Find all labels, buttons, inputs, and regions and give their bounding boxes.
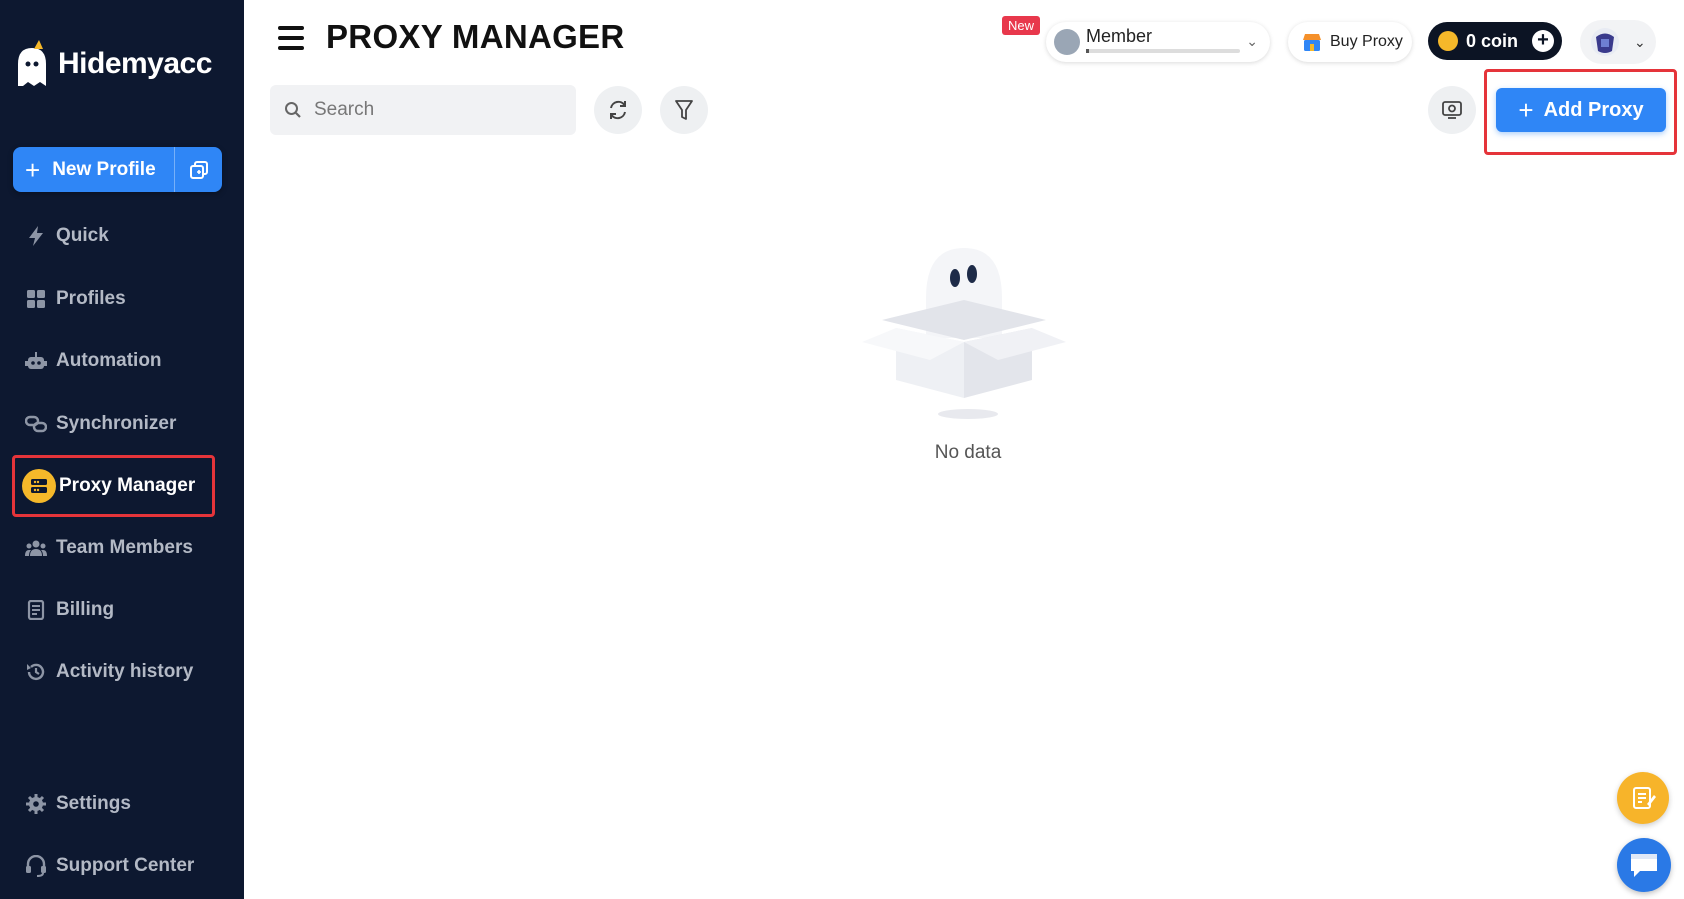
search-icon [285, 102, 301, 118]
sidebar-item-activity-history[interactable]: Activity history [12, 641, 215, 703]
chat-support-button[interactable] [1617, 838, 1671, 892]
sidebar-item-team-members[interactable]: Team Members [12, 517, 215, 579]
filter-button[interactable] [660, 86, 708, 134]
member-label: Member [1086, 26, 1153, 46]
sidebar-item-label: Profiles [56, 288, 126, 309]
sidebar-item-label: Synchronizer [56, 413, 177, 434]
sidebar-item-label: Proxy Manager [59, 475, 196, 496]
feedback-button[interactable] [1617, 772, 1669, 824]
hamburger-line [278, 46, 304, 50]
member-plan-dropdown[interactable]: Member ⌄ [1046, 22, 1270, 62]
ghost-logo-icon [18, 40, 46, 86]
chevron-down-icon: ⌄ [1246, 33, 1258, 49]
batch-create-profile-button[interactable] [175, 147, 222, 192]
new-profile-label: New Profile [52, 158, 156, 180]
add-coin-button[interactable]: + [1532, 30, 1554, 52]
sidebar-item-label: Support Center [56, 855, 195, 876]
sidebar-item-automation[interactable]: Automation [12, 330, 215, 392]
chevron-down-icon: ⌄ [1634, 33, 1646, 50]
plus-icon: + [1518, 95, 1534, 125]
copy-icon [189, 160, 208, 179]
sidebar-item-label: Activity history [56, 661, 194, 682]
shop-icon [1303, 34, 1321, 51]
history-icon [16, 661, 56, 683]
sidebar-item-billing[interactable]: Billing [12, 579, 215, 641]
refresh-button[interactable] [594, 86, 642, 134]
sidebar-item-label: Settings [56, 793, 131, 814]
search-box [270, 85, 576, 135]
note-edit-icon [1633, 787, 1656, 809]
new-profile-button[interactable]: + New Profile [13, 147, 175, 192]
support-icon [16, 855, 56, 877]
settings-screen-icon [1442, 101, 1462, 119]
sidebar-item-support-center[interactable]: Support Center [12, 835, 215, 897]
search-input[interactable] [314, 99, 554, 121]
page-title: PROXY MANAGER [326, 18, 625, 55]
empty-box-illustration [862, 248, 1066, 419]
brand-name: Hidemyacc [58, 47, 212, 80]
account-avatar-icon [1591, 28, 1619, 56]
new-profile-button-group: + New Profile [13, 147, 222, 192]
robot-icon [16, 351, 56, 371]
sidebar-item-label: Team Members [56, 537, 193, 558]
coin-label: 0 coin [1466, 30, 1519, 51]
hamburger-line [278, 36, 304, 40]
sidebar-item-label: Billing [56, 599, 115, 620]
coin-balance[interactable]: 0 coin + [1428, 22, 1562, 60]
team-icon [16, 539, 56, 557]
add-proxy-button[interactable]: + Add Proxy [1496, 88, 1666, 132]
brand-logo[interactable]: Hidemyacc [14, 34, 212, 94]
sidebar-item-profiles[interactable]: Profiles [12, 268, 215, 330]
add-proxy-label: Add Proxy [1543, 98, 1644, 121]
sidebar-item-proxy-manager[interactable]: Proxy Manager [12, 455, 215, 517]
app-root: Hidemyacc + New Profile Quick Profiles A… [0, 0, 1684, 899]
buy-proxy-button[interactable]: Buy Proxy [1288, 22, 1412, 62]
filter-icon [675, 100, 693, 120]
gear-icon [16, 793, 56, 815]
member-progress-bar [1086, 49, 1240, 53]
sidebar-item-settings[interactable]: Settings [12, 773, 215, 835]
plus-icon: + [25, 154, 41, 185]
buy-proxy-label: Buy Proxy [1330, 33, 1403, 50]
grid-icon [16, 289, 56, 309]
coin-icon [1438, 31, 1458, 51]
chat-icon [1631, 854, 1657, 877]
sync-link-icon [16, 415, 56, 433]
user-avatar-icon [1054, 29, 1080, 55]
sidebar-item-synchronizer[interactable]: Synchronizer [12, 393, 215, 455]
refresh-icon [610, 100, 626, 120]
sidebar: Hidemyacc + New Profile Quick Profiles A… [0, 0, 244, 899]
account-menu[interactable]: ⌄ [1580, 20, 1656, 64]
empty-state-text: No data [934, 442, 1002, 463]
proxy-icon-wrapper [19, 469, 59, 503]
sidebar-item-quick[interactable]: Quick [12, 205, 215, 267]
menu-toggle-button[interactable] [278, 26, 304, 50]
proxy-server-icon [22, 469, 56, 503]
lightning-icon [16, 225, 56, 247]
sidebar-item-label: Automation [56, 350, 162, 371]
billing-icon [16, 600, 56, 620]
proxy-settings-button[interactable] [1428, 86, 1476, 134]
sidebar-item-label: Quick [56, 225, 109, 246]
new-badge: New [1002, 16, 1041, 35]
hamburger-line [278, 26, 304, 30]
